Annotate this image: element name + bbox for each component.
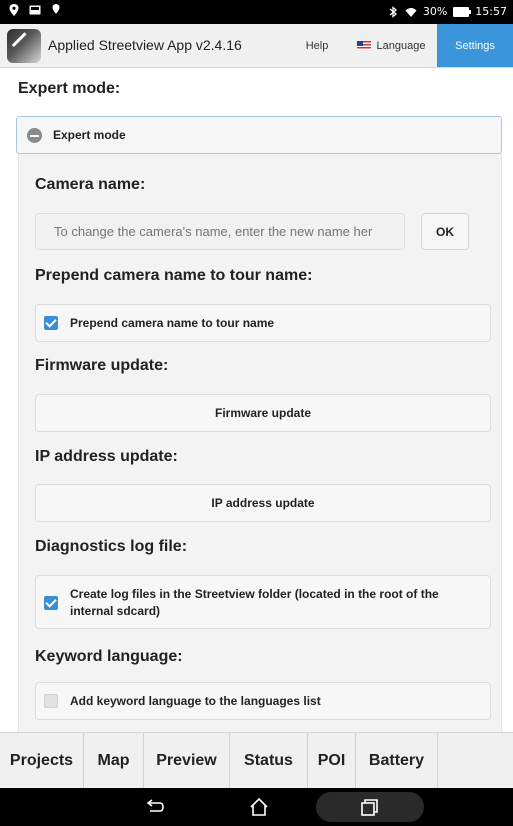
prepend-camera-name-option[interactable]: Prepend camera name to tour name [35, 304, 491, 342]
settings-content[interactable]: Expert mode: Expert mode Camera name: OK… [0, 68, 513, 732]
diagnostics-checkbox[interactable] [44, 596, 58, 610]
ip-address-update-button-label: IP address update [211, 496, 315, 510]
language-button[interactable]: Language [346, 24, 436, 67]
flag-icon [356, 41, 371, 50]
firmware-update-button-label: Firmware update [214, 406, 312, 420]
back-icon[interactable] [141, 794, 167, 820]
image-icon [29, 5, 41, 15]
keyword-checkbox[interactable] [44, 694, 58, 708]
diagnostics-checkbox-label-line2: internal sdcard) [70, 604, 161, 618]
tab-poi[interactable]: POI [308, 733, 356, 789]
expert-mode-toggle[interactable]: Expert mode [16, 116, 502, 154]
battery-icon [453, 6, 472, 17]
tab-projects[interactable]: Projects [0, 733, 84, 789]
recent-apps-icon[interactable] [356, 794, 382, 820]
keyword-language-option[interactable]: Add keyword language to the languages li… [35, 682, 491, 720]
diagnostics-log-title: Diagnostics log file: [35, 538, 188, 555]
status-time: 15:57 [475, 5, 507, 18]
app-title: Applied Streetview App v2.4.16 [48, 37, 242, 53]
firmware-update-title: Firmware update: [35, 357, 169, 374]
app-header: Applied Streetview App v2.4.16 Help Lang… [0, 24, 513, 68]
camera-name-input[interactable] [35, 213, 405, 250]
location-icon [9, 4, 19, 16]
keyword-checkbox-label: Add keyword language to the languages li… [70, 694, 321, 708]
app-logo-icon [7, 29, 41, 63]
ip-address-update-button[interactable]: IP address update [35, 484, 491, 522]
wifi-icon [405, 7, 417, 17]
tab-map[interactable]: Map [84, 733, 144, 789]
battery-percent: 30% [422, 5, 448, 18]
prepend-checkbox[interactable] [44, 316, 58, 330]
tab-battery[interactable]: Battery [356, 733, 438, 789]
settings-button[interactable]: Settings [437, 24, 513, 67]
expert-mode-label: Expert mode [53, 128, 126, 142]
system-nav-bar [0, 788, 513, 826]
camera-name-title: Camera name: [35, 176, 146, 193]
bottom-tab-bar: Projects Map Preview Status POI Battery [0, 732, 513, 789]
expert-mode-panel: Camera name: OK Prepend camera name to t… [18, 154, 502, 732]
diagnostics-checkbox-label-line1: Create log files in the Streetview folde… [70, 587, 439, 601]
keyword-language-title: Keyword language: [35, 648, 183, 665]
location-icon [52, 4, 60, 14]
help-button[interactable]: Help [290, 24, 344, 67]
diagnostics-log-option[interactable]: Create log files in the Streetview folde… [35, 575, 491, 629]
tab-preview[interactable]: Preview [144, 733, 230, 789]
bluetooth-icon [389, 5, 397, 18]
ip-address-update-title: IP address update: [35, 448, 178, 465]
expert-mode-section-title: Expert mode: [18, 80, 121, 97]
home-icon[interactable] [246, 794, 272, 820]
collapse-minus-icon [27, 128, 42, 143]
tab-status[interactable]: Status [230, 733, 308, 789]
prepend-checkbox-label: Prepend camera name to tour name [70, 316, 275, 330]
prepend-camera-name-title: Prepend camera name to tour name: [35, 267, 313, 284]
language-label: Language [376, 39, 426, 52]
status-bar: 30% 15:57 [0, 0, 513, 24]
camera-name-ok-button[interactable]: OK [421, 213, 469, 250]
firmware-update-button[interactable]: Firmware update [35, 394, 491, 432]
